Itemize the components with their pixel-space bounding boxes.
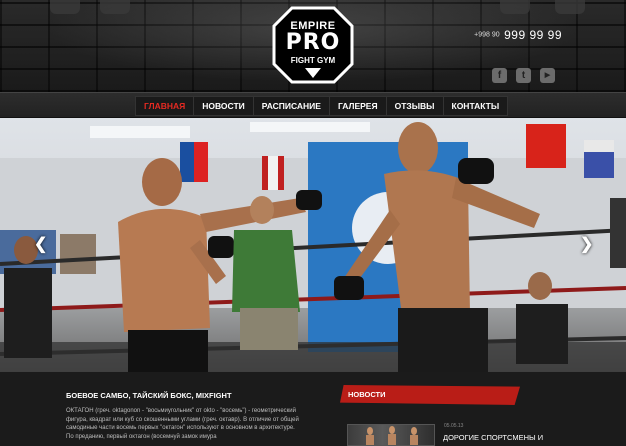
site-header: EMPIRE PRO FIGHT GYM +998 90 999 99 99 f… [0, 0, 626, 92]
nav-item-gallery[interactable]: ГАЛЕРЕЯ [330, 97, 387, 115]
nav-item-home[interactable]: ГЛАВНАЯ [136, 97, 195, 115]
news-item-title[interactable]: ДОРОГИЕ СПОРТСМЕНЫ И [443, 433, 543, 442]
news-thumbnail[interactable] [347, 424, 435, 446]
nav-item-news[interactable]: НОВОСТИ [194, 97, 254, 115]
slider-next-arrow[interactable]: ❯ [580, 234, 593, 254]
phone-number: +998 90 999 99 99 [474, 26, 562, 44]
hero-slider: ❮ ❯ [0, 118, 626, 372]
phone-digits: 999 99 99 [504, 27, 562, 42]
logo-line-fight-gym: FIGHT GYM [290, 56, 336, 65]
site-logo[interactable]: EMPIRE PRO FIGHT GYM [272, 6, 354, 86]
facebook-icon[interactable]: f [492, 68, 507, 83]
ceiling-lamp [500, 0, 530, 14]
ceiling-lamp [555, 0, 585, 14]
youtube-icon[interactable]: ▶ [540, 68, 555, 83]
hero-photo [0, 122, 626, 372]
ceiling-lamp [100, 0, 130, 14]
logo-line-pro: PRO [285, 30, 341, 55]
main-nav: ГЛАВНАЯ НОВОСТИ РАСПИСАНИЕ ГАЛЕРЕЯ ОТЗЫВ… [135, 96, 509, 116]
ceiling-lamp [50, 0, 80, 14]
about-text: ОКТАГОН (греч. oktagonon - "восьмиугольн… [66, 408, 299, 440]
nav-item-schedule[interactable]: РАСПИСАНИЕ [254, 97, 330, 115]
news-date: 05.05.13 [444, 423, 464, 429]
news-photo [366, 426, 418, 445]
nav-item-contacts[interactable]: КОНТАКТЫ [444, 97, 508, 115]
main-navbar: ГЛАВНАЯ НОВОСТИ РАСПИСАНИЕ ГАЛЕРЕЯ ОТЗЫВ… [0, 92, 626, 118]
phone-code: +998 90 [474, 31, 500, 39]
news-heading[interactable]: НОВОСТИ [348, 390, 386, 399]
slider-prev-arrow[interactable]: ❮ [34, 234, 47, 254]
nav-item-reviews[interactable]: ОТЗЫВЫ [387, 97, 444, 115]
about-title: БОЕВОЕ САМБО, ТАЙСКИЙ БОКС, MIXFIGHT [66, 391, 232, 400]
page: EMPIRE PRO FIGHT GYM +998 90 999 99 99 f… [0, 0, 626, 446]
twitter-icon[interactable]: t [516, 68, 531, 83]
